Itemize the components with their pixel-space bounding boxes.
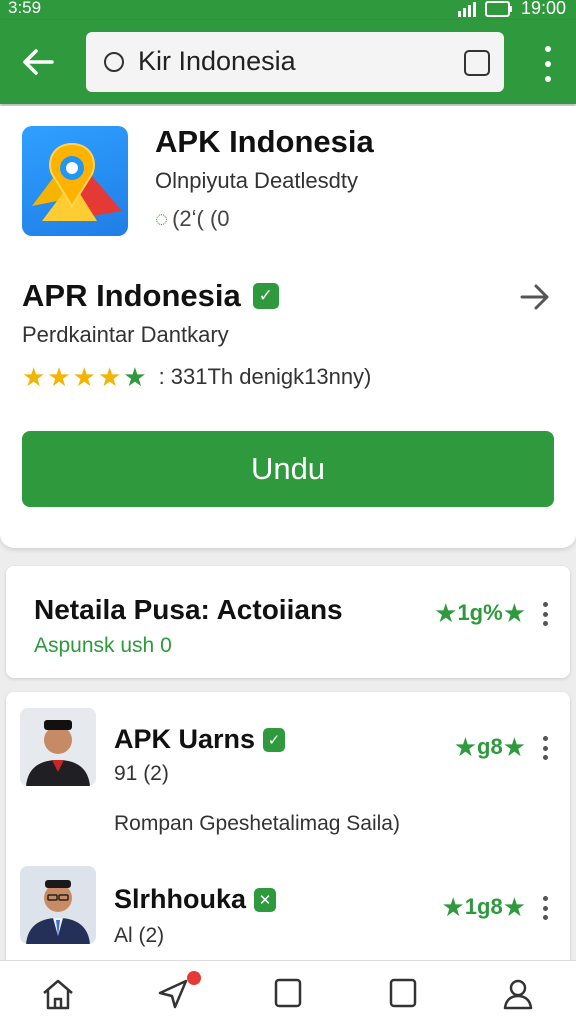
signal-icon (457, 1, 476, 17)
item-title-row: APK Uarns ✓ (114, 724, 286, 755)
item-description: Rompan Gpeshetalimag Saila) (114, 812, 400, 835)
section-title: Netaila Pusa: Actoiians (34, 594, 343, 625)
section-card[interactable]: Netaila Pusa: Actoiians Aspunsk ush 0 ★ … (6, 566, 570, 678)
dot (542, 611, 548, 617)
item-title: APK Uarns (114, 724, 256, 754)
dot (542, 621, 548, 626)
section-menu-button[interactable] (540, 602, 550, 626)
arrow-left-icon (23, 49, 54, 75)
nav-send[interactable] (115, 961, 230, 1024)
app-name-row[interactable]: APR Indonesia ✓ (22, 278, 279, 314)
send-icon (158, 979, 188, 1009)
square-icon (389, 978, 417, 1008)
avatar (20, 866, 96, 944)
dot (542, 896, 548, 901)
score-badge: ★ 1g8 ★ (441, 894, 526, 920)
star-icon: ★ (434, 598, 458, 628)
avatar (20, 708, 96, 786)
status-time: 3:59 (8, 0, 42, 17)
item-rating: Al (2) (114, 924, 165, 947)
star-icon: ★ (72, 362, 96, 392)
nav-home[interactable] (0, 961, 115, 1024)
person-icon (504, 979, 533, 1010)
verified-badge-icon: ✓ (252, 283, 279, 309)
tab-switcher-icon[interactable] (464, 50, 490, 76)
score-value: g8 (477, 734, 503, 759)
search-icon (104, 52, 124, 72)
app-subtitle: Olnpiyuta Deatlesdty (155, 168, 358, 193)
dot (545, 46, 551, 52)
app-detail-card: APK Indonesia Olnpiyuta Deatlesdty ◌ (2ʻ… (0, 106, 576, 548)
star-icon: ★ (502, 892, 526, 922)
app-list: APK Uarns ✓ 91 (2) Rompan Gpeshetalimag … (6, 692, 570, 992)
item-menu-button[interactable] (540, 896, 550, 920)
nav-profile[interactable] (461, 961, 576, 1024)
chat-icon: ◌ (155, 206, 169, 231)
item-rating: 91 (2) (114, 762, 169, 785)
app-title: APK Indonesia (155, 124, 374, 159)
star-icon: ★ (97, 362, 122, 392)
app-meta-text: (2ʻ( (0 (172, 206, 230, 231)
dot (542, 915, 548, 920)
battery-icon (484, 0, 512, 17)
score-value: 1g8 (464, 894, 503, 919)
dot (542, 905, 548, 911)
dot (545, 61, 551, 67)
item-title: Slrhhouka (114, 884, 247, 914)
app-icon[interactable] (22, 126, 128, 236)
notification-badge (187, 971, 202, 985)
app-bar: Kir Indonesia (0, 20, 576, 104)
verified-badge-icon: ✕ (254, 887, 277, 912)
back-button[interactable] (18, 42, 58, 82)
search-input[interactable]: Kir Indonesia (86, 32, 504, 92)
square-icon (274, 978, 302, 1008)
app-name: APR Indonesia (22, 278, 241, 313)
status-bar: 3:59 19:00 (0, 0, 576, 20)
rating-text: : 331Th denigk13nny) (158, 364, 372, 389)
arrow-right-icon[interactable] (518, 280, 552, 314)
star-icon: ★ (502, 598, 526, 628)
nav-library[interactable] (346, 961, 461, 1024)
star-icon: ★ (22, 362, 46, 392)
score-badge: ★ g8 ★ (454, 734, 526, 760)
download-button[interactable]: Undu (22, 431, 554, 507)
search-query: Kir Indonesia (138, 46, 296, 76)
dot (542, 602, 548, 607)
star-icon: ★ (123, 362, 147, 392)
nav-apps[interactable] (230, 961, 345, 1024)
developer-name: Perdkaintar Dantkary (22, 322, 229, 347)
star-icon: ★ (502, 732, 526, 762)
star-icon: ★ (47, 362, 71, 392)
score-value: 1g% (457, 600, 503, 625)
status-icons: 19:00 (457, 0, 566, 19)
bottom-navigation (0, 960, 576, 1024)
item-title-row: Slrhhouka ✕ (114, 884, 277, 915)
dot (542, 755, 548, 760)
dot (542, 736, 548, 741)
verified-badge-icon: ✓ (263, 727, 286, 752)
status-clock: 19:00 (520, 0, 566, 18)
dot (542, 745, 548, 751)
star-icon: ★ (453, 732, 477, 762)
star-icon: ★ (441, 892, 465, 922)
rating-row: ★ ★ ★ ★ ★ : 331Th denigk13nny) (22, 364, 371, 390)
app-meta: ◌ (2ʻ( (0 (155, 206, 230, 232)
home-icon (42, 979, 73, 1010)
item-menu-button[interactable] (540, 736, 550, 760)
dot (545, 76, 551, 82)
score-badge: ★ 1g% ★ (434, 600, 526, 626)
overflow-menu-button[interactable] (536, 46, 560, 82)
section-subtitle: Aspunsk ush 0 (34, 634, 172, 657)
